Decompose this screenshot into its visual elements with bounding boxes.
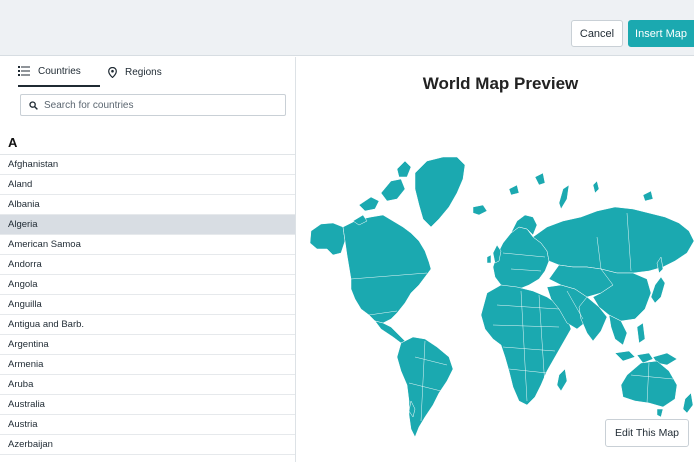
world-map[interactable] [297,57,694,462]
sidebar-tabs: Countries Regions [0,57,295,87]
map-region-siberian-islands[interactable] [642,190,654,202]
map-region-iceland[interactable] [472,204,488,216]
map-region-russia[interactable] [532,206,694,274]
map-preview-panel: World Map Preview Edit This Map [297,57,694,462]
list-item[interactable]: Angola [0,275,295,295]
list-item[interactable]: Armenia [0,355,295,375]
edit-map-button[interactable]: Edit This Map [605,419,689,447]
tab-countries[interactable]: Countries [18,57,100,87]
map-region-small-island[interactable] [592,180,600,194]
list-item[interactable]: American Samoa [0,235,295,255]
search-box [20,94,286,116]
map-region-indonesia-2[interactable] [636,352,654,364]
map-region-australia[interactable] [620,360,678,408]
map-region-novaya-zemlya[interactable] [558,184,570,210]
tab-regions-label: Regions [125,66,162,78]
list-item[interactable]: Aruba [0,375,295,395]
list-item[interactable]: Afghanistan [0,155,295,175]
map-region-north-america[interactable] [342,214,432,324]
search-icon [29,100,38,110]
list-item[interactable]: Andorra [0,255,295,275]
map-region-arctic-islands-3[interactable] [396,160,412,178]
search-input[interactable] [44,99,274,111]
map-region-new-zealand[interactable] [682,392,694,414]
map-region-alaska[interactable] [309,222,346,256]
list-item[interactable]: Austria [0,415,295,435]
insert-map-button[interactable]: Insert Map [628,20,694,47]
country-list: Afghanistan Aland Albania Algeria American S… [0,154,295,455]
map-region-ireland[interactable] [486,254,492,264]
map-region-tasmania[interactable] [656,408,664,418]
map-title: World Map Preview [422,74,579,93]
country-sidebar: Countries Regions A AfghanistanAlandAlba… [0,57,296,462]
map-region-madagascar[interactable] [556,368,568,392]
map-region-arctic-islands-2[interactable] [380,178,406,202]
top-toolbar: Cancel Insert Map [0,0,694,56]
tab-regions[interactable]: Regions [108,57,178,87]
list-icon [18,66,30,76]
list-item[interactable]: Antigua and Barb. [0,315,295,335]
map-region-franz-josef[interactable] [508,184,520,196]
map-region-svalbard[interactable] [534,172,546,186]
map-region-greenland[interactable] [414,156,466,228]
list-item[interactable]: Albania [0,195,295,215]
map-pin-icon [108,66,117,78]
map-region-indonesia-1[interactable] [614,350,636,362]
map-region-central-america[interactable] [374,320,406,344]
list-item[interactable]: Australia [0,395,295,415]
list-item[interactable]: Argentina [0,335,295,355]
list-item[interactable]: Azerbaijan [0,435,295,455]
tab-countries-label: Countries [38,65,81,77]
cancel-button[interactable]: Cancel [571,20,623,47]
section-letter: A [8,135,18,150]
list-item[interactable]: Aland [0,175,295,195]
map-region-arctic-islands-1[interactable] [358,196,380,212]
map-region-philippines[interactable] [636,322,646,344]
map-region-japan[interactable] [650,276,666,304]
list-item[interactable]: Anguilla [0,295,295,315]
list-item[interactable]: Algeria [0,215,295,235]
